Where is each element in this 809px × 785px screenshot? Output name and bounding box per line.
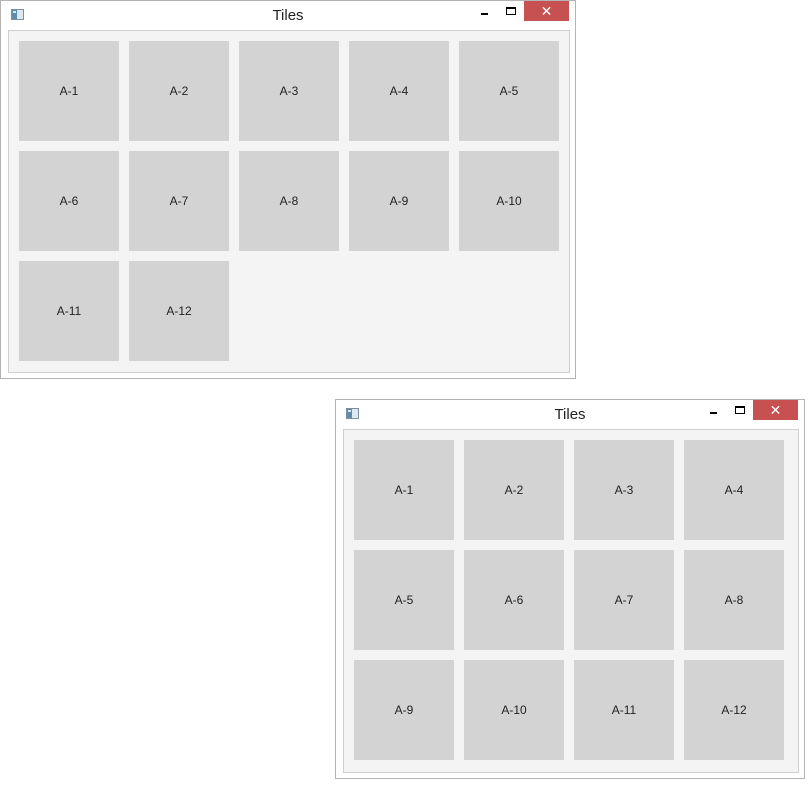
tile[interactable]: A-4 (684, 440, 784, 540)
tile-panel: A-1 A-2 A-3 A-4 A-5 A-6 A-7 A-8 A-9 A-10… (343, 429, 799, 773)
tile[interactable]: A-7 (129, 151, 229, 251)
tile[interactable]: A-11 (574, 660, 674, 760)
close-button[interactable]: ✕ (524, 1, 569, 21)
tile[interactable]: A-6 (464, 550, 564, 650)
tile[interactable]: A-9 (354, 660, 454, 760)
tiles-window-wide: Tiles ✕ A-1 A-2 A-3 A-4 A-5 A-6 A-7 A-8 … (0, 0, 576, 379)
tile[interactable]: A-3 (239, 41, 339, 141)
maximize-icon (506, 7, 516, 15)
maximize-button[interactable] (498, 1, 524, 21)
title-bar[interactable]: Tiles ✕ (336, 400, 804, 429)
tile[interactable]: A-2 (464, 440, 564, 540)
tile[interactable]: A-3 (574, 440, 674, 540)
tile[interactable]: A-4 (349, 41, 449, 141)
tile[interactable]: A-5 (459, 41, 559, 141)
tile[interactable]: A-6 (19, 151, 119, 251)
tiles-window-narrow: Tiles ✕ A-1 A-2 A-3 A-4 A-5 A-6 A-7 A-8 … (335, 399, 805, 779)
tile[interactable]: A-1 (19, 41, 119, 141)
close-icon: ✕ (769, 402, 782, 418)
tile[interactable]: A-1 (354, 440, 454, 540)
close-icon: ✕ (540, 3, 553, 19)
tile-panel: A-1 A-2 A-3 A-4 A-5 A-6 A-7 A-8 A-9 A-10… (8, 30, 570, 373)
tile[interactable]: A-2 (129, 41, 229, 141)
title-bar[interactable]: Tiles ✕ (1, 1, 575, 30)
tile[interactable]: A-10 (459, 151, 559, 251)
tile[interactable]: A-9 (349, 151, 449, 251)
minimize-icon (710, 412, 717, 414)
tile[interactable]: A-12 (684, 660, 784, 760)
close-button[interactable]: ✕ (753, 400, 798, 420)
tile[interactable]: A-10 (464, 660, 564, 760)
maximize-icon (735, 406, 745, 414)
tile[interactable]: A-8 (684, 550, 784, 650)
tile[interactable]: A-7 (574, 550, 674, 650)
minimize-icon (481, 13, 488, 15)
tile[interactable]: A-5 (354, 550, 454, 650)
minimize-button[interactable] (472, 1, 498, 21)
tile[interactable]: A-11 (19, 261, 119, 361)
tile[interactable]: A-8 (239, 151, 339, 251)
minimize-button[interactable] (701, 400, 727, 420)
tile[interactable]: A-12 (129, 261, 229, 361)
maximize-button[interactable] (727, 400, 753, 420)
